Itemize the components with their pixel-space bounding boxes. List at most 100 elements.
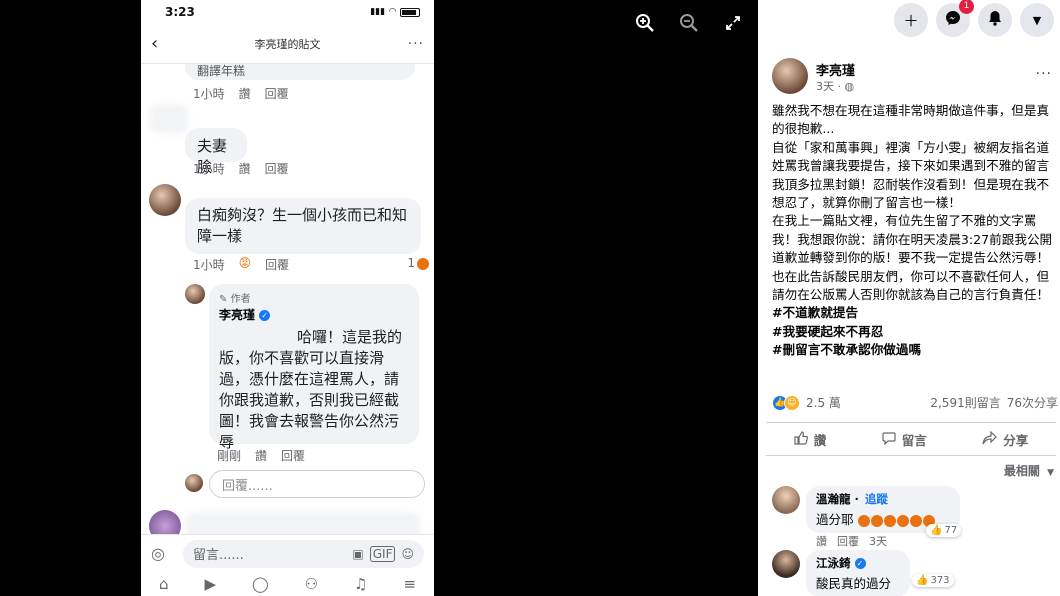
like-link[interactable]: 讚: [255, 447, 267, 464]
comment-meta: 讚 回覆 3天: [816, 533, 887, 549]
comment-text-value: 過分耶: [816, 512, 854, 527]
care-reaction-icon: ☺: [784, 394, 800, 411]
comment-reaction-count: 373: [930, 575, 950, 586]
notifications-tab-icon[interactable]: ♫: [354, 575, 367, 593]
angry-emoji-icon: [883, 514, 896, 527]
like-link[interactable]: 讚: [239, 85, 251, 102]
post-time[interactable]: 3天 · ◍: [816, 78, 854, 94]
like-link[interactable]: 讚: [239, 160, 251, 177]
post-time-text: 3天: [816, 80, 834, 93]
fullscreen-icon[interactable]: [720, 10, 746, 36]
commenter-name[interactable]: 溫瀚龍 · 追蹤: [816, 491, 950, 507]
top-nav: ＋ 1 ▼: [758, 0, 1060, 40]
sort-label: 最相關: [1003, 464, 1040, 478]
watch-tab-icon[interactable]: ▶: [204, 575, 216, 593]
reaction-count: 1: [407, 256, 429, 273]
reply-time: 剛剛: [217, 449, 242, 463]
comment-bubble: 江泳錡 ✓ 酸民真的過分: [806, 550, 910, 596]
reply-link[interactable]: 回覆: [265, 160, 289, 177]
author-name[interactable]: 李亮瑾: [816, 60, 855, 79]
comment-button[interactable]: 留言: [882, 430, 927, 449]
comment-text: 白痴夠沒？生一個小孩而已和知障一樣: [197, 206, 408, 245]
author-tag: ✎ 作者: [219, 294, 251, 305]
author-avatar[interactable]: [185, 284, 205, 304]
status-icons: ▮▮▮ ◠: [370, 7, 420, 17]
profile-tab-icon[interactable]: ◯: [252, 575, 269, 593]
share-button[interactable]: 分享: [982, 430, 1028, 449]
comment-composer: ◎ 留言...... ▣ GIF ☺: [141, 534, 434, 572]
reply-link[interactable]: 回覆: [281, 447, 305, 464]
notification-badge: 1: [959, 0, 974, 14]
commenter-avatar[interactable]: [149, 184, 181, 216]
share-arrow-icon: [982, 430, 998, 448]
like-link-emoji[interactable]: 😡: [239, 256, 252, 273]
post-paragraph: 也在此告訴酸民朋友們，你可以不喜歡任何人，但請勿在公版罵人否則你就該為自己的言行…: [772, 268, 1050, 303]
author-reply-bubble: ✎ 作者 李亮瑾 ✓ 哈囉！這是我的版，你不喜歡可以直接滑過，憑什麼在這裡罵人，…: [209, 284, 419, 451]
like-link[interactable]: 讚: [816, 533, 827, 549]
comment-reactions[interactable]: 👍 77: [926, 524, 962, 537]
account-menu-button[interactable]: ▼: [1020, 3, 1054, 37]
like-label: 讚: [813, 432, 827, 448]
status-bar: 3:23 ▮▮▮ ◠: [141, 0, 434, 24]
reply-link[interactable]: 回覆: [265, 256, 289, 273]
caret-down-icon: ▼: [1032, 13, 1042, 27]
comment-meta: 1小時 😡 回覆 1: [193, 256, 429, 273]
commenter-name[interactable]: 江泳錡 ✓: [816, 555, 900, 571]
sticker-icon[interactable]: ▣: [352, 547, 363, 561]
post-header: 李亮瑾 3天 · ◍ ···: [772, 58, 1056, 96]
like-button[interactable]: 讚: [794, 430, 827, 449]
post-panel: ＋ 1 ▼ 李亮瑾 3天 · ◍ ··· 雖然我不想在現在這種非常時期做這件事，…: [758, 0, 1060, 596]
camera-icon[interactable]: ◎: [151, 544, 175, 563]
hashtag-link[interactable]: #刪留言不敢承認你做過嗎: [772, 341, 1056, 359]
commenter-name-text: 溫瀚龍: [816, 492, 851, 506]
zoom-out-icon[interactable]: [676, 10, 702, 36]
comment-time: 1小時: [193, 162, 225, 176]
messenger-button[interactable]: 1: [936, 0, 974, 37]
bottom-tab-bar: ⌂ ▶ ◯ ⚇ ♫ ≡: [141, 572, 434, 596]
comment-input[interactable]: 留言...... ▣ GIF ☺: [183, 539, 424, 568]
commenter-avatar[interactable]: [149, 510, 181, 534]
comment-sort-dropdown[interactable]: 最相關 ▼: [1004, 462, 1054, 479]
comment-thread: 翻譯年糕 1小時 讚 回覆 夫妻臉 1小時 讚 回覆 白痴夠沒？生一個小孩而已和…: [141, 64, 434, 534]
post-options-icon[interactable]: ···: [1036, 66, 1052, 82]
hashtag-link[interactable]: #我要硬起來不再忍: [772, 323, 1056, 341]
author-reply-meta: 剛剛 讚 回覆: [217, 447, 305, 464]
reply-link[interactable]: 回覆: [837, 533, 859, 549]
comment-time: 1小時: [193, 87, 225, 101]
comment-label: 留言: [901, 432, 927, 448]
notifications-button[interactable]: [978, 3, 1012, 37]
commenter-avatar[interactable]: [772, 550, 800, 578]
comment-meta: 1小時 讚 回覆: [193, 160, 289, 177]
groups-tab-icon[interactable]: ⚇: [305, 575, 318, 593]
gif-icon[interactable]: GIF: [369, 545, 396, 562]
reaction-count[interactable]: 2.5 萬: [806, 394, 930, 411]
create-button[interactable]: ＋: [894, 3, 928, 37]
share-count[interactable]: 76次分享: [1007, 394, 1058, 411]
comment-count[interactable]: 2,591則留言: [930, 394, 1000, 411]
comment-reactions[interactable]: 👍 373: [912, 574, 954, 587]
hashtag-link[interactable]: #不道歉就提告: [772, 304, 1056, 322]
public-globe-icon: ◍: [844, 80, 855, 93]
bell-icon: [988, 10, 1002, 30]
signal-icon: ▮▮▮: [370, 7, 386, 17]
home-tab-icon[interactable]: ⌂: [159, 575, 169, 593]
menu-tab-icon[interactable]: ≡: [403, 575, 416, 593]
commenter-avatar[interactable]: [772, 486, 800, 514]
comment-time[interactable]: 3天: [869, 533, 887, 549]
emoji-icon[interactable]: ☺: [401, 547, 414, 561]
reply-input[interactable]: 回覆......: [209, 470, 425, 498]
comment-item: 江泳錡 ✓ 酸民真的過分 👍 373: [772, 550, 1056, 596]
more-options-icon[interactable]: ···: [396, 36, 424, 52]
photo-viewer: 3:23 ▮▮▮ ◠ ‹ 李亮瑾的貼文 ··· 翻譯年糕 1小時 讚 回覆 夫妻…: [0, 0, 1060, 596]
blurred-comment: [185, 512, 421, 534]
author-name[interactable]: 李亮瑾 ✓: [219, 306, 409, 323]
comment-reaction-count: 77: [944, 525, 958, 536]
plus-icon: ＋: [903, 11, 919, 30]
reply-link[interactable]: 回覆: [265, 85, 289, 102]
comment-text: 翻譯年糕: [197, 64, 246, 78]
back-arrow-icon[interactable]: ‹: [151, 33, 179, 54]
zoom-in-icon[interactable]: [632, 10, 658, 36]
follow-link[interactable]: 追蹤: [865, 492, 888, 506]
author-avatar[interactable]: [772, 58, 808, 94]
